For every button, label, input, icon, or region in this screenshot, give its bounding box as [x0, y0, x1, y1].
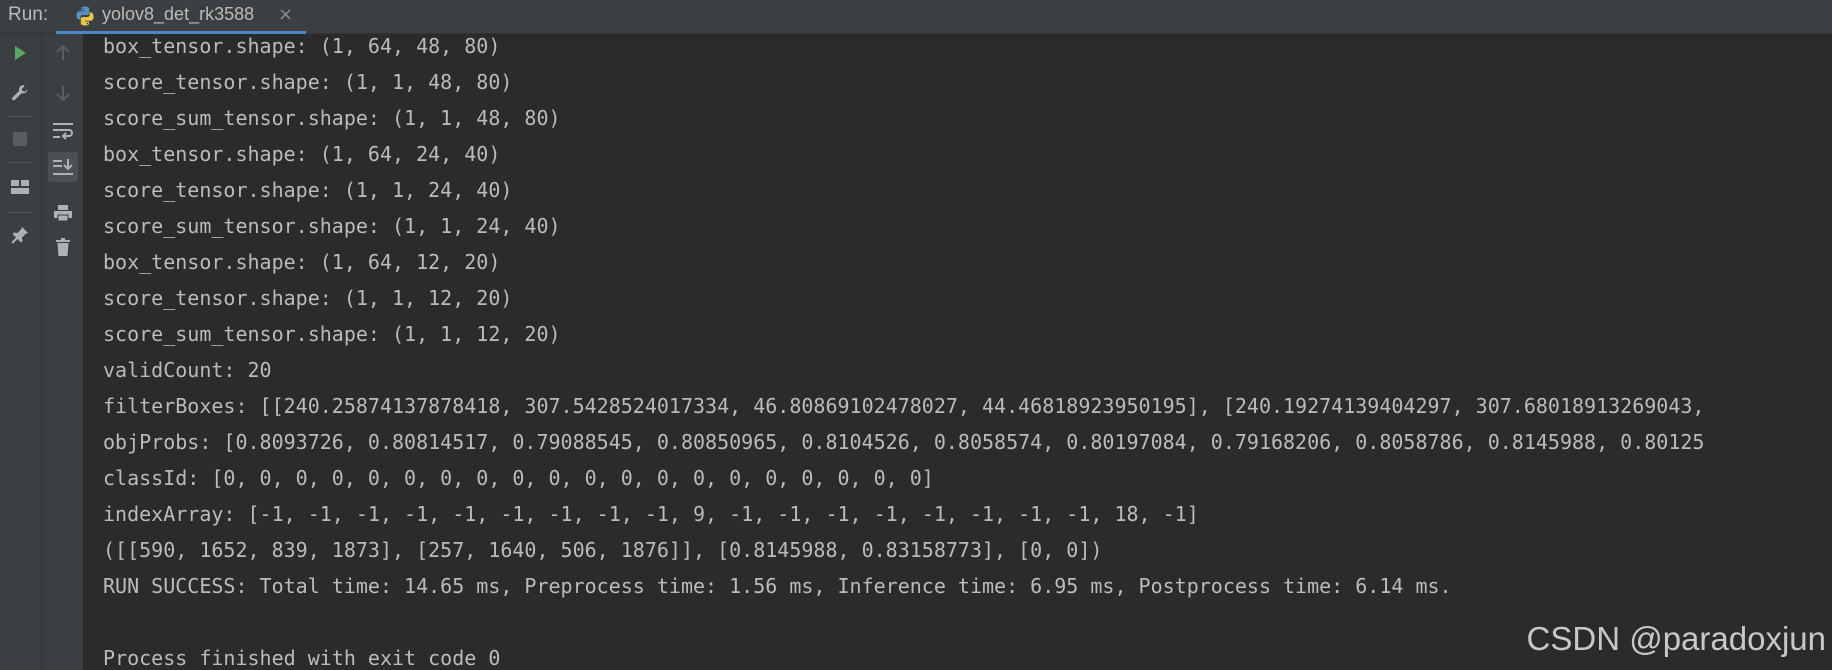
print-button[interactable]	[48, 198, 78, 228]
console-line: classId: [0, 0, 0, 0, 0, 0, 0, 0, 0, 0, …	[103, 466, 934, 490]
console-line: score_sum_tensor.shape: (1, 1, 48, 80)	[103, 106, 561, 130]
console-line: filterBoxes: [[240.25874137878418, 307.5…	[103, 394, 1705, 418]
console-line: box_tensor.shape: (1, 64, 48, 80)	[103, 34, 501, 58]
trash-icon	[54, 237, 72, 257]
console-line: ([[590, 1652, 839, 1873], [257, 1640, 50…	[103, 538, 1103, 562]
console-line: indexArray: [-1, -1, -1, -1, -1, -1, -1,…	[103, 502, 1199, 526]
soft-wrap-button[interactable]	[48, 116, 78, 146]
console-line: score_tensor.shape: (1, 1, 24, 40)	[103, 178, 513, 202]
restore-layout-button[interactable]	[5, 172, 35, 202]
console-line: validCount: 20	[103, 358, 272, 382]
stop-button[interactable]	[5, 124, 35, 154]
console-line: score_tensor.shape: (1, 1, 12, 20)	[103, 286, 513, 310]
console-line: Process finished with exit code 0	[103, 646, 501, 670]
down-arrow-icon	[54, 84, 72, 102]
run-label: Run:	[8, 4, 49, 25]
console-line: RUN SUCCESS: Total time: 14.65 ms, Prepr…	[103, 574, 1452, 598]
up-arrow-icon	[54, 44, 72, 62]
next-occurrence-button[interactable]	[48, 78, 78, 108]
stop-icon	[12, 131, 28, 147]
rerun-button[interactable]	[5, 38, 35, 68]
close-tab-icon[interactable]: ×	[278, 4, 293, 25]
clear-all-button[interactable]	[48, 232, 78, 262]
console-line: score_sum_tensor.shape: (1, 1, 24, 40)	[103, 214, 561, 238]
console-output[interactable]: box_tensor.shape: (1, 64, 48, 80) score_…	[85, 34, 1832, 670]
print-icon	[53, 203, 73, 223]
run-tool-window: Run: yolov8_det_rk3588 × box_tensor.shap…	[0, 0, 1832, 670]
console-line: box_tensor.shape: (1, 64, 12, 20)	[103, 250, 501, 274]
wrench-icon	[10, 83, 30, 103]
run-tab[interactable]: yolov8_det_rk3588 ×	[56, 0, 306, 34]
console-line: score_sum_tensor.shape: (1, 1, 12, 20)	[103, 322, 561, 346]
edit-configuration-button[interactable]	[5, 78, 35, 108]
previous-occurrence-button[interactable]	[48, 38, 78, 68]
pin-tab-button[interactable]	[5, 220, 35, 250]
console-actions-toolbar	[42, 34, 84, 670]
console-line: box_tensor.shape: (1, 64, 24, 40)	[103, 142, 501, 166]
toolbar-divider	[8, 162, 32, 163]
python-icon	[74, 5, 96, 27]
scroll-to-end-button[interactable]	[48, 152, 78, 182]
console-line: objProbs: [0.8093726, 0.80814517, 0.7908…	[103, 430, 1705, 454]
toolbar-divider	[8, 212, 32, 213]
run-icon	[11, 44, 29, 62]
soft-wrap-icon	[52, 121, 74, 141]
toolbar-divider	[8, 116, 32, 117]
run-tab-title: yolov8_det_rk3588	[102, 4, 255, 24]
console-line: score_tensor.shape: (1, 1, 48, 80)	[103, 70, 513, 94]
watermark: CSDN @paradoxjun	[1526, 620, 1826, 657]
layout-icon	[10, 178, 30, 196]
run-actions-toolbar	[0, 34, 42, 670]
scroll-to-end-icon	[52, 157, 74, 177]
run-header-bar: Run: yolov8_det_rk3588 ×	[0, 0, 1832, 34]
pin-icon	[10, 225, 30, 245]
